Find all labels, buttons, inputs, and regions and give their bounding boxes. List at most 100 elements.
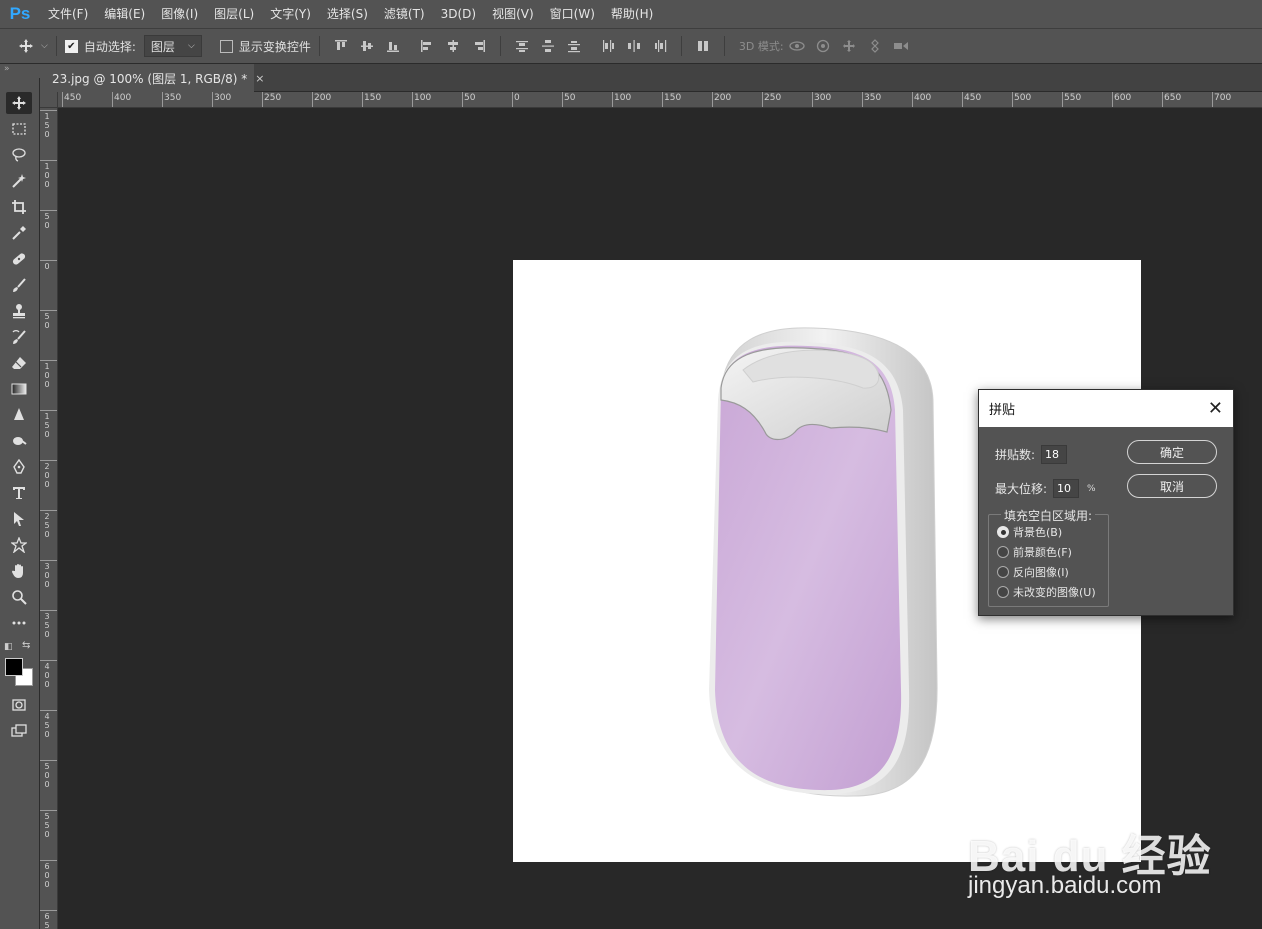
ruler-h-tick	[312, 92, 313, 107]
menu-layer[interactable]: 图层(L)	[206, 0, 262, 28]
menu-help[interactable]: 帮助(H)	[603, 0, 661, 28]
swap-colors-icon[interactable]: ⇆	[22, 640, 30, 651]
vertical-ruler[interactable]: 1 5 0 1 0 0 5 0 0 5 0 1 0 0 1 5 0 2 0 0 2 5 0 3 0…	[40, 108, 58, 929]
custom-shape-tool-icon[interactable]	[6, 534, 32, 556]
move-tool-icon[interactable]	[6, 92, 32, 114]
ruler-v-label: 3 0 0	[44, 562, 50, 589]
mode-3d-label: 3D 模式:	[738, 40, 784, 53]
align-right-icon[interactable]	[469, 36, 489, 56]
hand-tool-icon[interactable]	[6, 560, 32, 582]
fill-option-label: 反向图像(I)	[1013, 566, 1069, 579]
distribute-horizontal-center-icon[interactable]	[624, 36, 644, 56]
menu-type[interactable]: 文字(Y)	[262, 0, 319, 28]
screen-mode-icon[interactable]	[6, 720, 32, 742]
show-transform-checkbox[interactable]	[219, 39, 233, 53]
marquee-tool-icon[interactable]	[6, 118, 32, 140]
horizontal-ruler[interactable]: 450 400 350 300 250 200 150 100 50 0 50 100 150 200 25…	[58, 92, 1262, 108]
type-tool-icon[interactable]	[6, 482, 32, 504]
menu-view[interactable]: 视图(V)	[484, 0, 542, 28]
magic-wand-tool-icon[interactable]	[6, 170, 32, 192]
ruler-h-tick	[462, 92, 463, 107]
roll-3d-icon[interactable]	[813, 36, 833, 56]
healing-brush-tool-icon[interactable]	[6, 248, 32, 270]
default-colors-icon[interactable]: ◧	[4, 642, 13, 652]
clone-stamp-tool-icon[interactable]	[6, 300, 32, 322]
menu-filter[interactable]: 滤镜(T)	[376, 0, 433, 28]
baidu-watermark-url: jingyan.baidu.com	[968, 872, 1162, 899]
radio-unaltered[interactable]	[997, 586, 1009, 598]
history-brush-tool-icon[interactable]	[6, 326, 32, 348]
scale-3d-icon[interactable]	[891, 36, 911, 56]
ruler-h-label: 200	[714, 93, 732, 103]
auto-align-layers-icon[interactable]	[693, 36, 713, 56]
ruler-origin[interactable]	[40, 92, 58, 108]
divider	[723, 36, 725, 56]
dodge-tool-icon[interactable]	[6, 430, 32, 452]
pan-3d-icon[interactable]	[839, 36, 859, 56]
offset-input[interactable]: 10	[1053, 479, 1080, 498]
radio-foreground[interactable]	[997, 546, 1009, 558]
menu-file[interactable]: 文件(F)	[40, 0, 96, 28]
distribute-right-icon[interactable]	[650, 36, 670, 56]
orbit-3d-icon[interactable]	[787, 36, 807, 56]
eyedropper-tool-icon[interactable]	[6, 222, 32, 244]
dialog-title-bar[interactable]: 拼贴 ✕	[979, 390, 1233, 427]
align-horizontal-center-icon[interactable]	[443, 36, 463, 56]
pen-tool-icon[interactable]	[6, 456, 32, 478]
ruler-h-tick	[912, 92, 913, 107]
ruler-v-label: 1 5 0	[44, 412, 50, 439]
align-left-icon[interactable]	[417, 36, 437, 56]
tiles-input[interactable]: 18	[1041, 445, 1068, 464]
ruler-v-tick	[40, 460, 57, 461]
ok-button[interactable]: 确定	[1127, 440, 1217, 464]
close-icon[interactable]: ✕	[1208, 399, 1223, 418]
auto-select-target-dropdown[interactable]: 图层 ⌵	[143, 35, 202, 57]
offset-label: 最大位移:	[995, 482, 1048, 496]
show-transform-label: 显示变换控件	[238, 39, 311, 54]
tool-preset-chevron-icon[interactable]: ⌵	[41, 41, 48, 51]
fill-option-background[interactable]: 背景色(B)	[997, 524, 1062, 540]
ruler-h-tick	[712, 92, 713, 107]
ruler-v-tick	[40, 210, 57, 211]
slide-3d-icon[interactable]	[865, 36, 885, 56]
menu-edit[interactable]: 编辑(E)	[96, 0, 153, 28]
menu-window[interactable]: 窗口(W)	[542, 0, 603, 28]
crop-tool-icon[interactable]	[6, 196, 32, 218]
path-selection-tool-icon[interactable]	[6, 508, 32, 530]
distribute-left-icon[interactable]	[598, 36, 618, 56]
eraser-tool-icon[interactable]	[6, 352, 32, 374]
fill-option-inverse[interactable]: 反向图像(I)	[997, 564, 1069, 580]
quick-mask-icon[interactable]	[6, 694, 32, 716]
radio-inverse[interactable]	[997, 566, 1009, 578]
radio-background[interactable]	[997, 526, 1009, 538]
menu-image[interactable]: 图像(I)	[153, 0, 206, 28]
distribute-bottom-icon[interactable]	[564, 36, 584, 56]
ruler-v-tick	[40, 710, 57, 711]
toolbar-grip[interactable]: »	[0, 64, 40, 78]
menu-3d[interactable]: 3D(D)	[433, 0, 484, 28]
document-tab[interactable]: 23.jpg @ 100% (图层 1, RGB/8) * ×	[40, 64, 264, 92]
ruler-v-label: 4 0 0	[44, 662, 50, 689]
divider	[680, 36, 682, 56]
brush-tool-icon[interactable]	[6, 274, 32, 296]
ruler-v-tick	[40, 910, 57, 911]
fill-option-unaltered[interactable]: 未改变的图像(U)	[997, 584, 1096, 600]
lasso-tool-icon[interactable]	[6, 144, 32, 166]
foreground-color-swatch[interactable]	[5, 658, 23, 676]
cancel-button[interactable]: 取消	[1127, 474, 1217, 498]
align-bottom-icon[interactable]	[383, 36, 403, 56]
align-vertical-center-icon[interactable]	[357, 36, 377, 56]
fill-option-foreground[interactable]: 前景颜色(F)	[997, 544, 1072, 560]
distribute-vertical-center-icon[interactable]	[538, 36, 558, 56]
auto-select-checkbox[interactable]: ✔	[64, 39, 78, 53]
move-tool-icon[interactable]	[16, 36, 36, 56]
distribute-top-icon[interactable]	[512, 36, 532, 56]
close-icon[interactable]: ×	[255, 72, 264, 85]
blur-tool-icon[interactable]	[6, 404, 32, 426]
dialog-title: 拼贴	[989, 403, 1016, 418]
align-top-icon[interactable]	[331, 36, 351, 56]
menu-select[interactable]: 选择(S)	[319, 0, 376, 28]
zoom-tool-icon[interactable]	[6, 586, 32, 608]
more-tools-icon[interactable]	[6, 612, 32, 634]
gradient-tool-icon[interactable]	[6, 378, 32, 400]
